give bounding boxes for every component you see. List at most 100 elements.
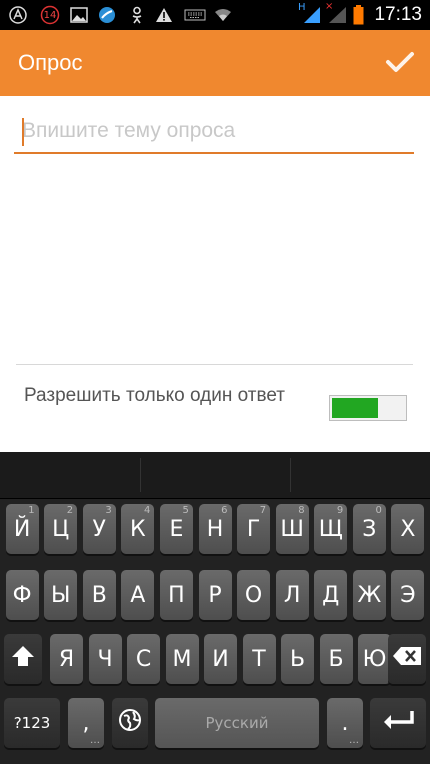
space-key[interactable]: Русский xyxy=(155,698,319,748)
key-2-0[interactable]: Ф xyxy=(5,570,39,620)
single-answer-label: Разрешить только один ответ xyxy=(24,385,285,406)
gallery-icon xyxy=(70,6,88,24)
comma-hint: … xyxy=(90,735,100,746)
key-3-0[interactable]: Я xyxy=(50,634,83,684)
page-title: Опрос xyxy=(18,50,83,75)
key-label: Е xyxy=(169,516,184,542)
comma-label: , xyxy=(82,710,90,736)
key-label: В xyxy=(91,582,107,608)
key-2-8[interactable]: Д xyxy=(314,570,348,620)
key-label: У xyxy=(92,516,106,542)
key-label: Ф xyxy=(12,582,32,608)
key-3-4[interactable]: И xyxy=(204,634,237,684)
warning-icon xyxy=(155,6,173,24)
key-label: З xyxy=(362,516,377,542)
key-hint: 2 xyxy=(66,505,74,516)
comma-key[interactable]: , … xyxy=(68,698,104,748)
key-2-6[interactable]: О xyxy=(237,570,271,620)
key-label: Д xyxy=(322,582,340,608)
wifi-icon xyxy=(214,6,232,24)
key-hint: 0 xyxy=(375,505,382,516)
key-1-10[interactable]: Х xyxy=(391,504,425,554)
key-label: Г xyxy=(246,516,261,542)
topic-input[interactable] xyxy=(22,114,402,148)
key-label: Ы xyxy=(50,582,71,608)
key-label: Ь xyxy=(289,646,306,672)
key-label: Л xyxy=(283,582,301,608)
network-type: H xyxy=(298,2,306,13)
key-3-7[interactable]: Б xyxy=(319,634,353,684)
signal-sim1-icon: H xyxy=(298,2,322,24)
keyboard-notification-icon xyxy=(184,6,206,24)
battery-icon xyxy=(352,5,364,25)
key-label: К xyxy=(130,516,146,542)
key-3-2[interactable]: С xyxy=(127,634,160,684)
key-2-2[interactable]: В xyxy=(82,570,116,620)
check-icon[interactable] xyxy=(384,46,416,78)
divider xyxy=(16,364,413,365)
key-label: Э xyxy=(400,582,416,608)
key-1-9[interactable]: З0 xyxy=(352,504,386,554)
signal-sim2-icon: × xyxy=(325,1,347,24)
suggestion-divider xyxy=(140,458,141,492)
key-1-3[interactable]: К4 xyxy=(121,504,155,554)
key-label: С xyxy=(135,646,152,672)
status-bar: 14 H × 17:13 xyxy=(0,0,430,30)
key-hint: 8 xyxy=(298,505,305,516)
text-cursor xyxy=(22,118,24,146)
key-1-4[interactable]: Е5 xyxy=(159,504,193,554)
notification-count-icon: 14 xyxy=(40,5,60,25)
key-label: Щ xyxy=(318,516,343,542)
key-label: Б xyxy=(328,646,344,672)
language-key[interactable] xyxy=(112,698,148,748)
key-label: О xyxy=(244,582,263,608)
status-time: 17:13 xyxy=(374,4,422,25)
key-2-9[interactable]: Ж xyxy=(352,570,386,620)
key-hint: 1 xyxy=(28,505,35,516)
key-label: Ч xyxy=(97,646,113,672)
key-2-3[interactable]: А xyxy=(121,570,155,620)
key-3-5[interactable]: Т xyxy=(242,634,276,684)
key-1-6[interactable]: Г7 xyxy=(237,504,271,554)
backspace-key[interactable] xyxy=(388,634,426,684)
key-1-2[interactable]: У3 xyxy=(82,504,116,554)
odnoklassniki-icon xyxy=(130,6,144,24)
enter-key[interactable] xyxy=(370,698,426,748)
key-1-1[interactable]: Ц2 xyxy=(44,504,78,554)
symbols-key[interactable]: ?123 xyxy=(4,698,60,748)
suggestion-divider xyxy=(290,458,291,492)
key-2-5[interactable]: Р xyxy=(198,570,232,620)
period-key[interactable]: . … xyxy=(327,698,363,748)
key-2-4[interactable]: П xyxy=(159,570,193,620)
key-label: И xyxy=(212,646,229,672)
keyboard: Й1Ц2У3К4Е5Н6Г7Ш8Щ9З0ХФЫВАПРОЛДЖЭЯЧСМИТЬБ… xyxy=(0,452,430,764)
notification-count: 14 xyxy=(43,9,57,21)
key-2-1[interactable]: Ы xyxy=(44,570,78,620)
single-answer-toggle[interactable] xyxy=(329,395,407,421)
key-label: Ж xyxy=(357,582,382,608)
shift-key[interactable] xyxy=(4,634,42,684)
key-label: Я xyxy=(58,646,75,672)
key-label: Ц xyxy=(52,516,70,542)
key-label: Н xyxy=(206,516,224,542)
period-label: . xyxy=(341,710,349,736)
suggestion-strip xyxy=(0,452,430,499)
key-1-7[interactable]: Ш8 xyxy=(275,504,309,554)
key-1-8[interactable]: Щ9 xyxy=(314,504,348,554)
key-2-10[interactable]: Э xyxy=(391,570,425,620)
key-label: П xyxy=(168,582,185,608)
shift-icon xyxy=(10,644,36,674)
key-1-5[interactable]: Н6 xyxy=(198,504,232,554)
topic-field[interactable] xyxy=(14,110,414,154)
app-a-icon xyxy=(8,6,28,24)
key-hint: 9 xyxy=(336,505,344,516)
key-2-7[interactable]: Л xyxy=(275,570,309,620)
key-3-3[interactable]: М xyxy=(165,634,199,684)
key-3-6[interactable]: Ь xyxy=(281,634,314,684)
key-1-0[interactable]: Й1 xyxy=(5,504,39,554)
key-3-8[interactable]: Ю xyxy=(358,634,391,684)
key-3-1[interactable]: Ч xyxy=(88,634,122,684)
backspace-icon xyxy=(392,646,422,672)
key-label: Ю xyxy=(362,646,387,672)
poll-form: Разрешить только один ответ xyxy=(0,96,430,452)
